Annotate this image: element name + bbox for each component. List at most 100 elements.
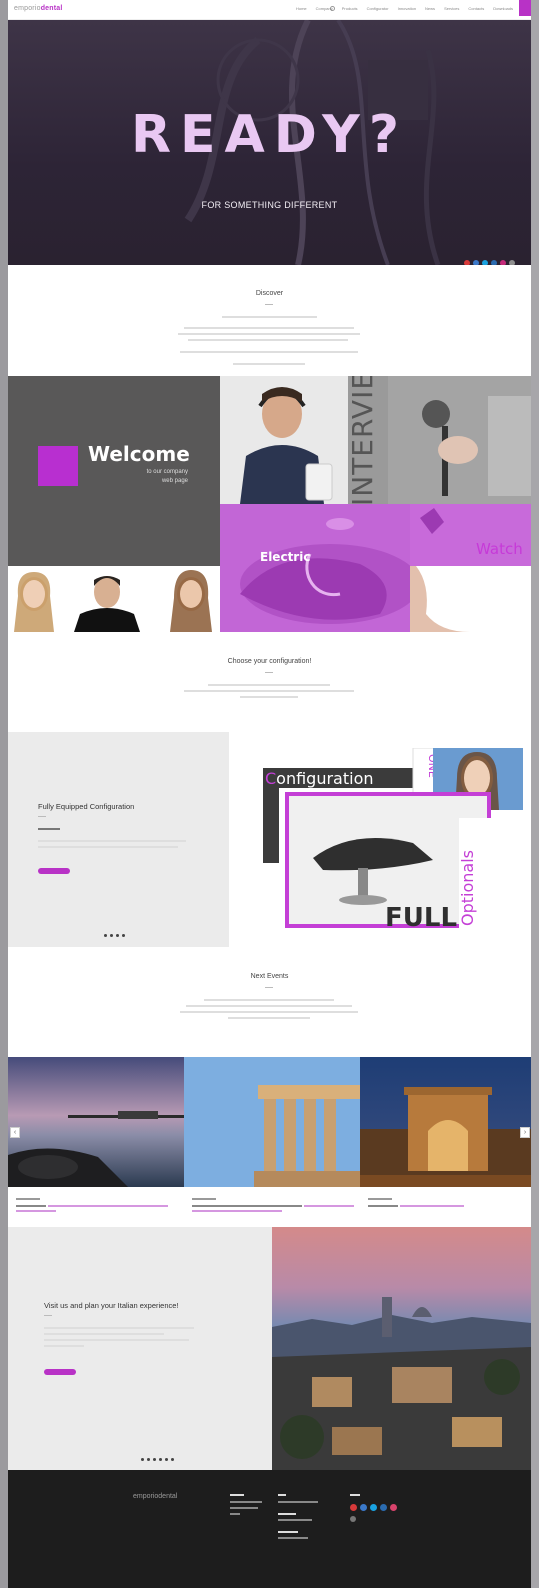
twitter-icon[interactable]: [482, 260, 488, 265]
microphone-photo: [388, 376, 531, 504]
text-line: [180, 351, 358, 353]
linkedin-icon[interactable]: [491, 260, 497, 265]
menu-item-news[interactable]: News: [425, 6, 435, 11]
event-card-arch[interactable]: [360, 1057, 531, 1187]
svg-text:FULL: FULL: [385, 903, 457, 930]
event-text: [16, 1205, 46, 1207]
menu-item-contacts[interactable]: Contacts: [468, 6, 484, 11]
italy-slider-dots[interactable]: [141, 1458, 174, 1461]
menu-item-configurator[interactable]: Configurator: [367, 6, 389, 11]
text-line: [180, 1011, 358, 1013]
footer-contact-line[interactable]: [278, 1537, 308, 1539]
menu-toggle-button[interactable]: [519, 0, 531, 16]
footer-contact-line[interactable]: [278, 1501, 318, 1503]
svg-text:Optionals: Optionals: [458, 850, 477, 926]
text-line: [240, 696, 298, 698]
svg-text:Configuration: Configuration: [265, 769, 374, 788]
event-link[interactable]: [16, 1210, 56, 1212]
watch-photo: [410, 504, 531, 632]
event-link[interactable]: [400, 1205, 464, 1207]
next-events-title: Next Events: [250, 973, 289, 980]
choose-config-title: Choose your configuration!: [227, 658, 312, 665]
more-icon[interactable]: [509, 260, 515, 265]
menu-item-downloads[interactable]: Downloads: [493, 6, 513, 11]
text-line: [44, 1327, 194, 1329]
facebook-icon[interactable]: [360, 1504, 367, 1511]
web-page: emporiodental Home Company Products Conf…: [8, 0, 531, 1588]
config-slide: Fully Equipped Configuration: [8, 732, 229, 947]
event-link[interactable]: [304, 1205, 354, 1207]
text-line: [208, 684, 330, 686]
text-line: [222, 316, 317, 318]
footer-contact-line[interactable]: [278, 1519, 312, 1521]
text-line: [186, 1005, 352, 1007]
footer-address-line: [230, 1507, 258, 1509]
menu-item-services[interactable]: Services: [444, 6, 459, 11]
youtube-icon[interactable]: [350, 1504, 357, 1511]
right-backdrop: [531, 0, 539, 1588]
pier-sunset-photo: [8, 1057, 184, 1187]
welcome-title: Welcome: [88, 442, 190, 466]
hero-subtitle: FOR SOMETHING DIFFERENT: [201, 200, 338, 210]
text-line: [188, 339, 348, 341]
footer-contact-line: [278, 1494, 286, 1496]
event-date: [16, 1198, 40, 1200]
main-menu: Home Company Products Configurator Innov…: [296, 6, 513, 11]
footer-contact-line: [278, 1513, 296, 1515]
event-link[interactable]: [192, 1210, 282, 1212]
city-dusk-photo[interactable]: [272, 1227, 531, 1470]
youtube-icon[interactable]: [464, 260, 470, 265]
config-slider-dots[interactable]: [104, 934, 125, 937]
instagram-icon[interactable]: [390, 1504, 397, 1511]
electric-tile[interactable]: Electric: [220, 504, 410, 632]
menu-item-products[interactable]: Products: [342, 6, 358, 11]
event-card-temple[interactable]: [184, 1057, 360, 1187]
text-line: [184, 690, 354, 692]
event-link[interactable]: [48, 1205, 168, 1207]
welcome-tile[interactable]: Welcome to our company web page: [8, 376, 220, 566]
italy-more-button[interactable]: [44, 1369, 76, 1375]
text-line: [44, 1345, 84, 1347]
footer-social-icons: [350, 1504, 397, 1511]
text-line: [44, 1339, 189, 1341]
facebook-icon[interactable]: [473, 260, 479, 265]
text-line: [38, 840, 186, 842]
text-line: [184, 327, 354, 329]
config-price-line: [38, 828, 60, 830]
interview-tile[interactable]: INTERVIEW: [348, 376, 531, 504]
linkedin-icon[interactable]: [380, 1504, 387, 1511]
headset-person-tile[interactable]: [220, 376, 348, 504]
faces-tile[interactable]: [8, 566, 220, 632]
footer-address-line: [230, 1494, 244, 1496]
event-text: [368, 1205, 398, 1207]
carousel-next-arrow[interactable]: ›: [520, 1127, 530, 1138]
menu-item-company[interactable]: Company: [316, 6, 333, 11]
hero-banner: READY? FOR SOMETHING DIFFERENT: [8, 20, 531, 265]
text-line: [178, 333, 360, 335]
title-divider: [265, 987, 273, 988]
footer-address-line: [230, 1513, 240, 1515]
footer-extra-icon[interactable]: [350, 1516, 356, 1522]
footer-social-heading: [350, 1494, 360, 1496]
footer-address-line: [230, 1501, 262, 1503]
event-card-sea[interactable]: [8, 1057, 184, 1187]
event-text: [192, 1205, 302, 1207]
welcome-subtitle: to our company web page: [146, 469, 188, 484]
text-line: [228, 1017, 310, 1019]
carousel-prev-arrow[interactable]: ‹: [10, 1127, 20, 1138]
hero-title: READY?: [130, 105, 408, 165]
configuration-image[interactable]: Configuration ONE Optionals FULL: [263, 748, 523, 930]
site-logo[interactable]: emporiodental: [14, 5, 63, 12]
menu-item-home[interactable]: Home: [296, 6, 307, 11]
welcome-square-icon: [38, 446, 78, 486]
discover-title: Discover: [255, 290, 284, 297]
text-line: [38, 846, 178, 848]
instagram-icon[interactable]: [500, 260, 506, 265]
menu-item-innovation[interactable]: Innovation: [398, 6, 416, 11]
watch-tile[interactable]: Watch: [410, 504, 531, 632]
config-more-button[interactable]: [38, 868, 70, 874]
electric-chair-photo: [240, 518, 410, 624]
twitter-icon[interactable]: [370, 1504, 377, 1511]
footer-logo[interactable]: emporiodental: [133, 1493, 177, 1500]
site-footer: emporiodental: [8, 1470, 531, 1588]
